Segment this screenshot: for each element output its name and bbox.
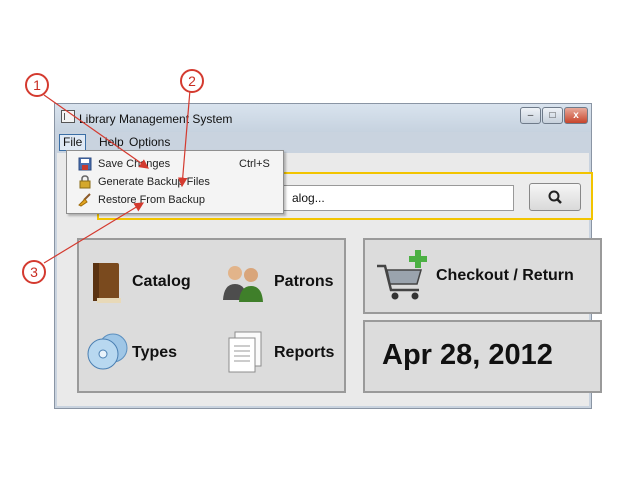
callout-2-arrow xyxy=(177,89,191,188)
callout-3-arrow xyxy=(43,202,145,264)
callout-3: 3 xyxy=(22,260,46,284)
callout-1-arrow xyxy=(43,94,149,169)
callout-arrows xyxy=(43,89,191,264)
callout-2: 2 xyxy=(180,69,204,93)
callout-1: 1 xyxy=(25,73,49,97)
